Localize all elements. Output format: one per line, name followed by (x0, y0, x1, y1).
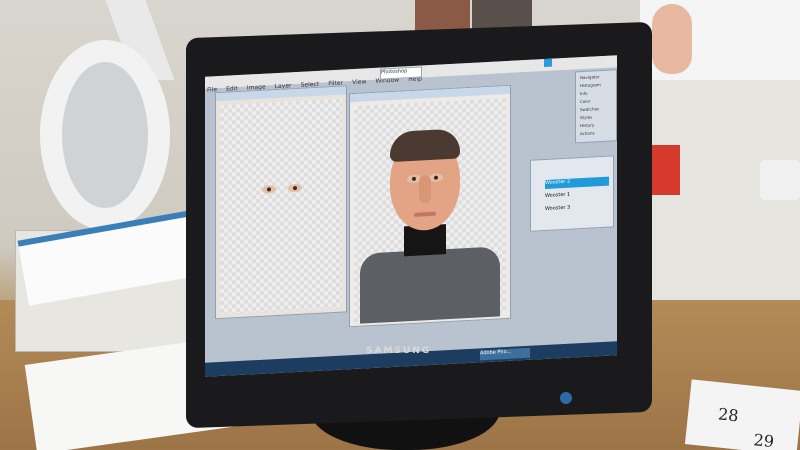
menu-view[interactable]: View (350, 78, 368, 86)
magnifier-lamp (40, 40, 170, 230)
wall-outlet (760, 160, 800, 200)
transparent-canvas[interactable] (220, 98, 342, 315)
photoshop-icon (544, 58, 552, 68)
ear-illustration (652, 4, 692, 74)
pupil (412, 176, 416, 181)
taskbar-item-photoshop[interactable]: Adobe Pho... (480, 347, 530, 361)
power-button-icon[interactable] (560, 392, 572, 404)
panel-dock[interactable]: Navigator Histogram Info Color Swatches … (575, 69, 617, 144)
pupil (434, 175, 438, 180)
pupil (267, 187, 271, 192)
panel-actions[interactable]: Actions (580, 130, 610, 139)
monitor-screen: File Edit Image Layer Select Filter View… (205, 55, 617, 377)
layer-row[interactable]: Wooster 1 (545, 190, 609, 202)
desk-calendar: 28 29 (684, 379, 800, 450)
photo-scene: 28 29 File Edit Image Layer Select Filte… (0, 0, 800, 450)
monitor-brand-label: SAMSUNG (366, 346, 432, 356)
workspace-switcher[interactable]: Photoshop (380, 66, 422, 80)
layers-panel[interactable]: Wooster 2 Wooster 1 Wooster 3 (530, 155, 614, 232)
eyes-document-window[interactable] (215, 85, 347, 320)
layer-row-selected[interactable]: Wooster 2 (545, 176, 609, 189)
pupil (293, 185, 297, 191)
calendar-date: 28 (717, 404, 740, 426)
jacket (360, 246, 500, 324)
layer-row[interactable]: Wooster 3 (545, 203, 609, 215)
portrait-document-window[interactable] (349, 84, 511, 328)
nose (419, 174, 431, 204)
calendar-date: 29 (752, 430, 775, 450)
